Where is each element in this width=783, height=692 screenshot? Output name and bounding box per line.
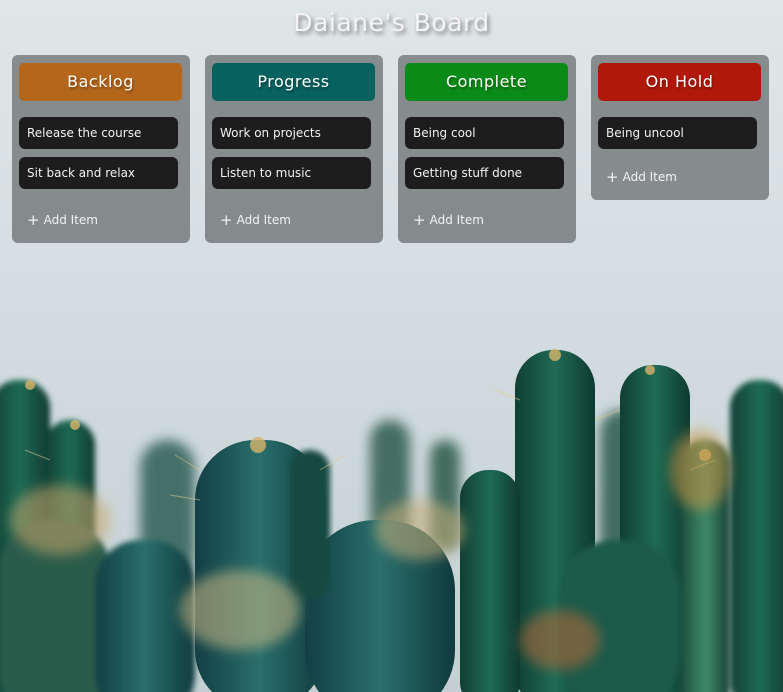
board-title: Daiane's Board [293, 8, 490, 37]
add-item-label: Add Item [236, 213, 291, 227]
plus-icon: + [27, 210, 40, 229]
card-item[interactable]: Sit back and relax [19, 157, 178, 189]
add-item-label: Add Item [43, 213, 98, 227]
add-item-label: Add Item [622, 170, 677, 184]
column-progress: Progress Work on projects Listen to musi… [205, 55, 383, 243]
card-item[interactable]: Being cool [405, 117, 564, 149]
card-item[interactable]: Work on projects [212, 117, 371, 149]
column-header-progress[interactable]: Progress [212, 63, 375, 101]
column-header-complete[interactable]: Complete [405, 63, 568, 101]
column-complete: Complete Being cool Getting stuff done +… [398, 55, 576, 243]
add-item-button[interactable]: + Add Item [413, 211, 484, 229]
add-item-button[interactable]: + Add Item [606, 168, 677, 186]
add-item-button[interactable]: + Add Item [220, 211, 291, 229]
column-header-on-hold[interactable]: On Hold [598, 63, 761, 101]
card-item[interactable]: Being uncool [598, 117, 757, 149]
add-item-label: Add Item [429, 213, 484, 227]
column-backlog: Backlog Release the course Sit back and … [12, 55, 190, 243]
add-item-button[interactable]: + Add Item [27, 211, 98, 229]
card-item[interactable]: Getting stuff done [405, 157, 564, 189]
column-header-backlog[interactable]: Backlog [19, 63, 182, 101]
plus-icon: + [606, 167, 619, 186]
plus-icon: + [220, 210, 233, 229]
plus-icon: + [413, 210, 426, 229]
column-on-hold: On Hold Being uncool + Add Item [591, 55, 769, 200]
card-item[interactable]: Release the course [19, 117, 178, 149]
card-item[interactable]: Listen to music [212, 157, 371, 189]
